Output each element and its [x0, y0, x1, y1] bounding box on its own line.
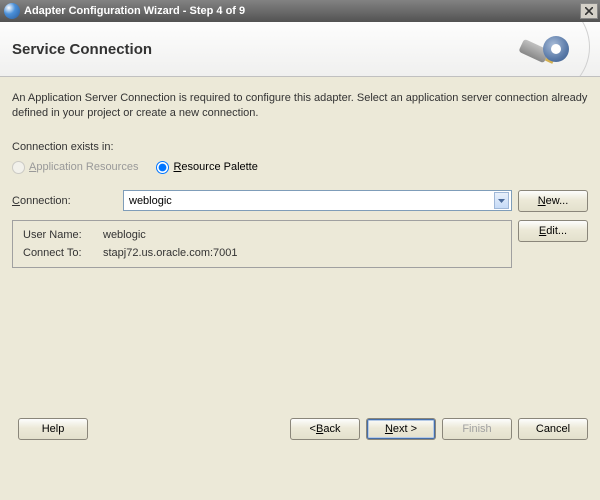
wizard-content: An Application Server Connection is requ… — [0, 77, 600, 450]
connection-label: Connection: — [12, 195, 117, 207]
connectto-label: Connect To: — [23, 247, 103, 259]
app-icon — [4, 3, 20, 19]
wizard-banner: Service Connection — [0, 22, 600, 77]
cancel-button[interactable]: Cancel — [518, 418, 588, 440]
username-label: User Name: — [23, 229, 103, 241]
radio-application-resources-label: Application Resources — [29, 161, 138, 173]
username-value: weblogic — [103, 229, 146, 241]
connection-value: weblogic — [129, 195, 494, 207]
radio-resource-palette[interactable]: Resource Palette — [156, 161, 257, 174]
connectto-value: stapj72.us.oracle.com:7001 — [103, 247, 238, 259]
back-button[interactable]: < Back — [290, 418, 360, 440]
radio-application-resources-input — [12, 161, 25, 174]
exists-in-label: Connection exists in: — [12, 141, 117, 153]
connection-select[interactable]: weblogic — [123, 190, 512, 211]
radio-resource-palette-label: Resource Palette — [173, 161, 257, 173]
help-button[interactable]: Help — [18, 418, 88, 440]
new-button[interactable]: New... — [518, 190, 588, 212]
gear-icon — [537, 30, 575, 68]
finish-button: Finish — [442, 418, 512, 440]
radio-application-resources: Application Resources — [12, 161, 138, 174]
radio-resource-palette-input[interactable] — [156, 161, 169, 174]
wizard-footer: Help < Back Next > Finish Cancel — [0, 408, 600, 450]
titlebar: Adapter Configuration Wizard - Step 4 of… — [0, 0, 600, 22]
page-title: Service Connection — [12, 41, 152, 58]
banner-art — [400, 22, 600, 77]
close-button[interactable] — [580, 3, 598, 19]
window-title: Adapter Configuration Wizard - Step 4 of… — [24, 5, 580, 17]
next-button[interactable]: Next > — [366, 418, 436, 440]
edit-button[interactable]: Edit... — [518, 220, 588, 242]
chevron-down-icon[interactable] — [494, 192, 509, 209]
description-text: An Application Server Connection is requ… — [12, 91, 588, 121]
connection-info-box: User Name: weblogic Connect To: stapj72.… — [12, 220, 512, 268]
